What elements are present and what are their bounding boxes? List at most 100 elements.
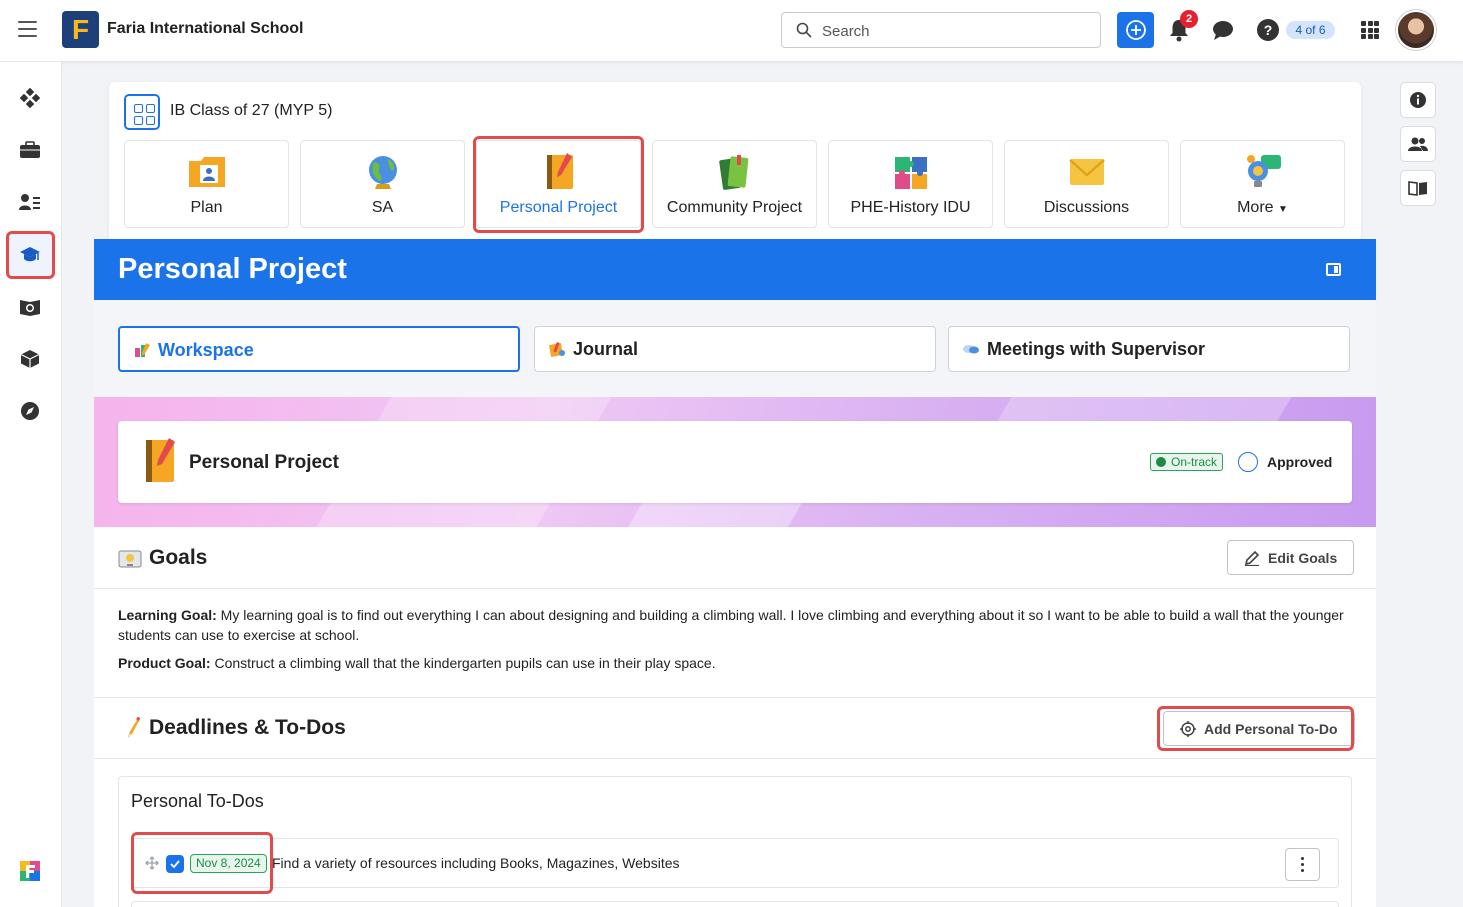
todo-text: Find a variety of resources including Bo… — [272, 855, 680, 871]
product-goal: Product Goal: Construct a climbing wall … — [118, 653, 1358, 673]
school-logo[interactable]: F — [62, 11, 99, 48]
help-icon[interactable]: ? — [1257, 19, 1279, 41]
tile-label: SA — [371, 199, 394, 216]
tile-label: More ▼ — [1181, 199, 1344, 217]
class-title: IB Class of 27 (MYP 5) — [170, 102, 333, 119]
add-todo-label: Add Personal To-Do — [1204, 720, 1338, 737]
left-sidebar — [0, 62, 62, 907]
panel-toggle-icon[interactable] — [1326, 263, 1341, 276]
add-personal-todo-button[interactable]: Add Personal To-Do — [1163, 711, 1355, 746]
tile-label: PHE-History IDU — [850, 199, 971, 216]
project-card: Personal Project On-track Approved — [118, 421, 1352, 503]
envelope-icon — [1069, 159, 1105, 185]
tile-label: Discussions — [1043, 199, 1130, 216]
tabs-band: Workspace Journal Meetings with Supervis… — [94, 300, 1376, 397]
tile-sa[interactable]: SA — [300, 140, 465, 228]
check-icon — [170, 860, 180, 869]
goals-text: Learning Goal: My learning goal is to fi… — [118, 605, 1358, 681]
tab-workspace[interactable]: Workspace — [118, 326, 520, 372]
briefcase-icon[interactable] — [19, 139, 41, 161]
tile-community-project[interactable]: Community Project — [652, 140, 817, 228]
plan-folder-icon — [189, 157, 225, 187]
product-goal-label: Product Goal: — [118, 655, 211, 671]
approval-status: Approved — [1267, 454, 1333, 470]
tile-label: Plan — [190, 199, 223, 216]
notebook-icon — [146, 438, 175, 482]
people-list-icon[interactable] — [19, 191, 41, 213]
todo-row — [131, 901, 1339, 907]
edit-goals-button[interactable]: Edit Goals — [1227, 540, 1355, 575]
thumbs-up-icon — [1238, 452, 1258, 472]
more-options-button[interactable] — [1285, 848, 1320, 881]
chat-icon[interactable] — [1212, 19, 1234, 41]
people-icon — [1408, 137, 1428, 151]
books-icon — [719, 155, 749, 190]
pencil-icon — [1244, 550, 1260, 566]
search-placeholder: Search — [822, 23, 870, 40]
school-name: Faria International School — [107, 20, 304, 37]
goals-section-header: Goals Edit Goals — [94, 527, 1376, 589]
target-icon — [1180, 720, 1196, 737]
info-button[interactable] — [1400, 82, 1436, 118]
tile-highlight-box — [473, 136, 644, 233]
globe-icon — [369, 156, 397, 189]
page-header: Personal Project — [94, 239, 1376, 300]
guide-button[interactable] — [1400, 170, 1436, 206]
apps-grid-icon[interactable] — [1361, 21, 1379, 39]
notification-badge: 2 — [1180, 10, 1198, 28]
edit-goals-label: Edit Goals — [1268, 549, 1338, 566]
bulb-chat-icon — [1247, 155, 1281, 187]
todo-checkbox[interactable] — [166, 855, 184, 873]
search-icon — [796, 22, 812, 38]
product-goal-text: Construct a climbing wall that the kinde… — [210, 655, 716, 671]
tab-label: Workspace — [158, 340, 254, 360]
goals-heading: Goals — [149, 546, 208, 569]
graduation-cap-icon[interactable] — [19, 244, 41, 266]
logo-letter: F — [71, 13, 90, 45]
goals-board-icon — [118, 550, 142, 568]
book-globe-icon[interactable] — [19, 296, 41, 318]
tile-plan[interactable]: Plan — [124, 140, 289, 228]
info-icon — [1410, 92, 1426, 108]
main-content: Workspace Journal Meetings with Supervis… — [94, 300, 1376, 907]
plus-circle-icon — [1125, 20, 1146, 40]
tile-more[interactable]: More ▼ — [1180, 140, 1345, 228]
tab-label: Journal — [573, 339, 639, 359]
learning-goal: Learning Goal: My learning goal is to fi… — [118, 605, 1358, 645]
compass-icon[interactable] — [19, 400, 41, 422]
pencil-color-icon — [128, 717, 141, 738]
deadlines-section-header: Deadlines & To-Dos Add Personal To-Do — [94, 697, 1376, 759]
page-counter-badge[interactable]: 4 of 6 — [1286, 21, 1335, 39]
todo-row: Nov 8, 2024 Find a variety of resources … — [131, 838, 1339, 888]
journal-icon — [549, 341, 565, 357]
learning-goal-text: My learning goal is to find out everythi… — [118, 607, 1344, 643]
cube-icon[interactable] — [19, 348, 41, 370]
meeting-chat-icon — [963, 345, 979, 354]
tile-discussions[interactable]: Discussions — [1004, 140, 1169, 228]
drag-handle-icon[interactable] — [145, 856, 159, 870]
project-card-title: Personal Project — [189, 452, 339, 473]
learning-goal-label: Learning Goal: — [118, 607, 217, 623]
faria-logo-icon[interactable] — [19, 860, 41, 882]
puzzle-icon — [895, 157, 927, 189]
tile-phe-history-idu[interactable]: PHE-History IDU — [828, 140, 993, 228]
due-date-badge: Nov 8, 2024 — [190, 854, 267, 873]
tab-meetings-with-supervisor[interactable]: Meetings with Supervisor — [948, 326, 1350, 372]
tab-label: Meetings with Supervisor — [987, 339, 1206, 359]
members-button[interactable] — [1400, 126, 1436, 162]
more-label: More — [1237, 199, 1274, 216]
user-avatar[interactable] — [1396, 10, 1436, 50]
menu-icon[interactable] — [18, 21, 37, 37]
create-button[interactable] — [1117, 12, 1154, 48]
personal-todos-heading: Personal To-Dos — [131, 791, 264, 811]
tile-label: Community Project — [666, 199, 803, 216]
deadlines-heading: Deadlines & To-Dos — [149, 716, 346, 739]
open-book-icon — [1408, 181, 1427, 196]
page-title: Personal Project — [118, 253, 347, 285]
class-grid-icon — [124, 94, 160, 130]
project-banner: Personal Project On-track Approved — [94, 397, 1376, 527]
class-card: IB Class of 27 (MYP 5) Plan SA Personal … — [109, 82, 1361, 242]
search-input[interactable]: Search — [781, 12, 1101, 48]
tab-journal[interactable]: Journal — [534, 326, 936, 372]
dashboard-icon[interactable] — [19, 87, 41, 109]
